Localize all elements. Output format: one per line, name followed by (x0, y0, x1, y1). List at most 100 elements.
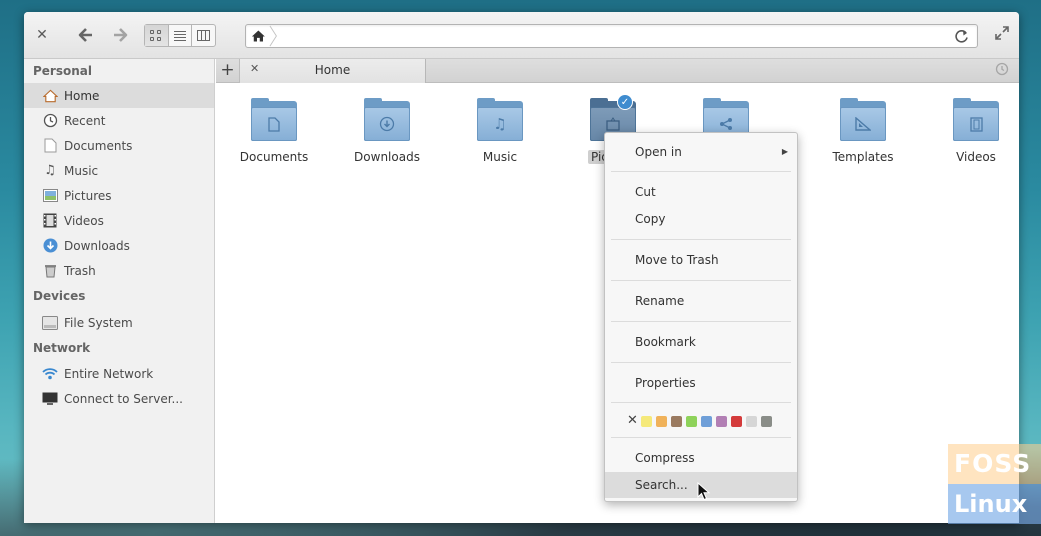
sidebar-item-label: Trash (64, 263, 96, 278)
grid-icon (150, 30, 162, 41)
closed-tabs-history-button[interactable] (995, 62, 1009, 80)
file-manager-window: ✕ Personal Home Recent Documents ♫ Music… (24, 12, 1019, 523)
maximize-button[interactable] (995, 26, 1009, 45)
view-mode-switcher (144, 24, 216, 47)
menu-item-label: Move to Trash (635, 253, 719, 267)
selected-check-icon: ✓ (617, 94, 633, 110)
sidebar-item-videos[interactable]: Videos (24, 208, 214, 233)
breadcrumb-separator-icon (269, 25, 277, 47)
clear-color-icon[interactable]: ✕ (627, 414, 638, 428)
path-bar[interactable] (245, 24, 978, 48)
forward-button[interactable] (110, 23, 132, 47)
folder-item[interactable]: Templates (813, 98, 913, 164)
menu-item-open-in[interactable]: Open in ▶ (605, 139, 797, 165)
sidebar-item-label: File System (64, 315, 133, 330)
film-icon (969, 116, 983, 132)
color-tag-red[interactable] (730, 415, 742, 427)
menu-item-cut[interactable]: Cut (605, 179, 797, 205)
color-tag-orange[interactable] (655, 415, 667, 427)
menu-separator (611, 437, 791, 438)
tab-bar: + ✕ Home (216, 59, 1019, 83)
sidebar-item-label: Videos (64, 213, 104, 228)
color-tag-dark-gray[interactable] (760, 415, 772, 427)
path-home-button[interactable] (248, 25, 278, 47)
wifi-icon (42, 366, 58, 382)
color-tag-picker: ✕ (627, 414, 776, 428)
sidebar-item-downloads[interactable]: Downloads (24, 233, 214, 258)
menu-item-bookmark[interactable]: Bookmark (605, 329, 797, 355)
document-icon (268, 116, 280, 132)
sidebar-item-label: Entire Network (64, 366, 154, 381)
menu-item-label: Rename (635, 294, 685, 308)
monitor-icon (42, 391, 58, 407)
sidebar-heading-devices: Devices (33, 289, 86, 303)
menu-item-copy[interactable]: Copy (605, 206, 797, 232)
color-tag-green[interactable] (685, 415, 697, 427)
sidebar-item-trash[interactable]: Trash (24, 258, 214, 283)
folder-item[interactable]: ♫ Music (450, 98, 550, 164)
folder-item[interactable]: Videos (926, 98, 1019, 164)
folder-label: Videos (956, 150, 996, 164)
color-tag-purple[interactable] (715, 415, 727, 427)
menu-item-label: Properties (635, 376, 696, 390)
sidebar-item-connect-to-server[interactable]: Connect to Server... (24, 386, 214, 411)
sidebar-item-label: Pictures (64, 188, 112, 203)
close-window-button[interactable]: ✕ (34, 26, 50, 44)
menu-item-properties[interactable]: Properties (605, 370, 797, 396)
music-icon: ♫ (493, 115, 507, 133)
watermark-line-2: Linux (948, 484, 1041, 524)
menu-separator (611, 171, 791, 172)
maximize-icon (995, 26, 1009, 40)
menu-separator (611, 362, 791, 363)
tab-label: Home (314, 63, 351, 77)
list-view-button[interactable] (169, 25, 193, 46)
color-tag-brown[interactable] (670, 415, 682, 427)
back-button[interactable] (74, 23, 96, 47)
menu-separator (611, 321, 791, 322)
color-tag-light-gray[interactable] (745, 415, 757, 427)
download-icon (42, 238, 58, 254)
share-icon (720, 118, 732, 130)
sidebar-item-music[interactable]: ♫ Music (24, 158, 214, 183)
picture-icon (606, 117, 620, 131)
sidebar-item-pictures[interactable]: Pictures (24, 183, 214, 208)
clock-icon (42, 113, 58, 129)
menu-item-compress[interactable]: Compress (605, 445, 797, 471)
folder-item[interactable]: Downloads (337, 98, 437, 164)
reload-button[interactable] (954, 27, 969, 48)
column-view-button[interactable] (192, 25, 215, 46)
color-tag-yellow[interactable] (640, 415, 652, 427)
sidebar: Personal Home Recent Documents ♫ Music P… (24, 59, 215, 523)
folder-icon (953, 98, 999, 141)
tab-home[interactable]: ✕ Home (240, 59, 426, 83)
icon-view-button[interactable] (145, 25, 169, 46)
folder-label: Documents (239, 150, 309, 164)
sidebar-item-recent[interactable]: Recent (24, 108, 214, 133)
menu-item-label: Compress (635, 451, 695, 465)
folder-label: Templates (832, 150, 894, 164)
menu-item-move-to-trash[interactable]: Move to Trash (605, 247, 797, 273)
sidebar-heading-network: Network (33, 341, 91, 355)
music-icon: ♫ (44, 163, 56, 178)
menu-separator (611, 280, 791, 281)
menu-item-label: Search... (635, 478, 688, 492)
watermark-line-1: FOSS (948, 444, 1041, 484)
folder-item[interactable]: Documents (224, 98, 324, 164)
mouse-pointer-icon (697, 482, 711, 501)
drive-icon (42, 315, 58, 331)
folder-label: Downloads (354, 150, 420, 164)
home-icon (42, 88, 58, 104)
sidebar-item-file-system[interactable]: File System (24, 310, 214, 335)
sidebar-item-documents[interactable]: Documents (24, 133, 214, 158)
sidebar-item-entire-network[interactable]: Entire Network (24, 361, 214, 386)
folder-icon: ♫ (477, 98, 523, 141)
menu-item-rename[interactable]: Rename (605, 288, 797, 314)
header-bar: ✕ (24, 12, 1019, 59)
sidebar-item-label: Downloads (64, 238, 130, 253)
folder-icon (364, 98, 410, 141)
sidebar-item-home[interactable]: Home (24, 83, 214, 108)
sidebar-item-label: Recent (64, 113, 106, 128)
menu-separator (611, 239, 791, 240)
color-tag-blue[interactable] (700, 415, 712, 427)
new-tab-button[interactable]: + (216, 59, 240, 83)
